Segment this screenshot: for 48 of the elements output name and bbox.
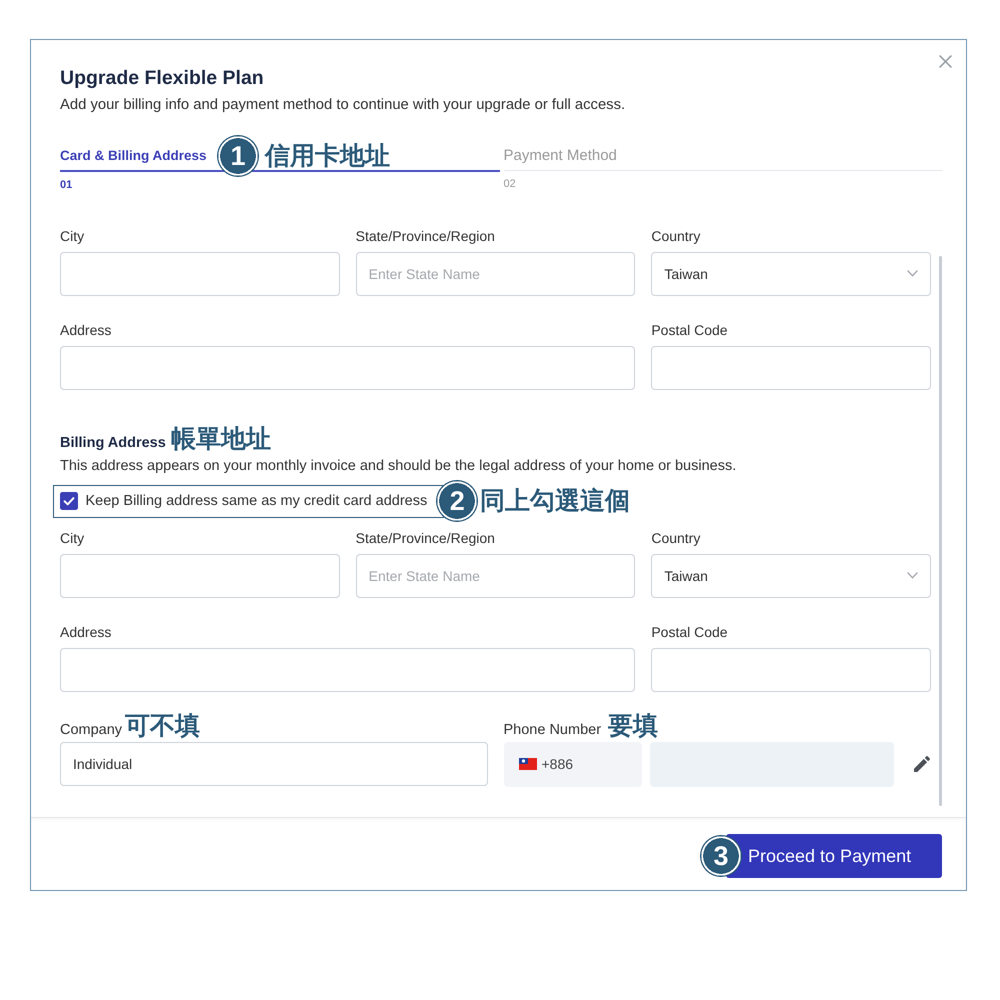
- text-field[interactable]: [651, 346, 931, 390]
- step-number: 02: [504, 177, 516, 191]
- field-label: Phone Number: [504, 720, 602, 740]
- close-icon[interactable]: [939, 55, 952, 68]
- dialog-subtitle: Add your billing info and payment method to continue with your upgrade or full access.: [60, 96, 626, 114]
- text-field[interactable]: [651, 648, 931, 692]
- chevron-down-icon: [906, 270, 918, 277]
- text-field[interactable]: [60, 554, 340, 598]
- text-field[interactable]: [60, 648, 636, 692]
- field-label: State/Province/Region: [356, 528, 495, 546]
- chevron-down-icon: [906, 572, 918, 579]
- text-field[interactable]: [60, 346, 636, 390]
- proceed-button[interactable]: Proceed to Payment: [726, 834, 942, 878]
- text-field[interactable]: Enter State Name: [356, 554, 636, 598]
- field-label: Country: [651, 226, 700, 244]
- annotation-badge: 1: [217, 135, 259, 177]
- field-label: Address: [60, 320, 112, 338]
- step-tab[interactable]: Card & Billing Address: [60, 147, 207, 170]
- annotation-text: 同上勾選這個: [480, 486, 630, 516]
- step-number: 01: [60, 178, 72, 192]
- section-description: This address appears on your monthly invoice and should be the legal address of your home or business.: [60, 456, 736, 474]
- select-field[interactable]: Taiwan: [651, 252, 931, 296]
- field-label: Postal Code: [651, 622, 728, 640]
- field-label: Country: [651, 528, 700, 546]
- text-field[interactable]: Enter State Name: [356, 252, 636, 296]
- field-label: State/Province/Region: [356, 226, 495, 244]
- country-code-select[interactable]: +886: [504, 742, 642, 786]
- field-label: City: [60, 226, 84, 244]
- flag-icon: [518, 758, 536, 770]
- annotation-text: 要填: [608, 712, 658, 740]
- field-label: City: [60, 528, 84, 546]
- checkbox[interactable]: [60, 492, 78, 510]
- annotation-badge: 3: [700, 835, 742, 877]
- pencil-icon[interactable]: [914, 756, 930, 772]
- annotation-text: 信用卡地址: [265, 141, 390, 171]
- select-field[interactable]: Taiwan: [651, 554, 931, 598]
- text-field[interactable]: Individual: [60, 742, 488, 786]
- annotation-badge: 2: [436, 480, 478, 522]
- checkbox-label: Keep Billing address same as my credit card address: [86, 492, 428, 510]
- field-label: Address: [60, 622, 112, 640]
- section-heading: Billing Address: [60, 434, 166, 452]
- dialog-title: Upgrade Flexible Plan: [60, 66, 265, 90]
- field-label: Company: [60, 720, 122, 740]
- annotation-text: 帳單地址: [170, 424, 271, 452]
- scrollbar[interactable]: [939, 256, 942, 806]
- field-label: Postal Code: [651, 320, 728, 338]
- text-field[interactable]: [60, 252, 340, 296]
- annotation-text: 可不填: [125, 712, 200, 740]
